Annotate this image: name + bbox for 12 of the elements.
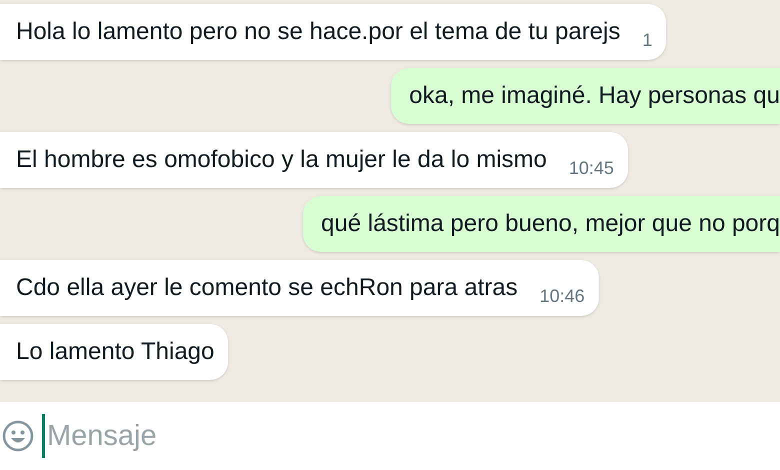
message-text: El hombre es omofobico y la mujer le da lo mismo	[16, 145, 547, 175]
sent-message: qué lástima pero bueno, mejor que no porq	[303, 196, 780, 252]
sent-message: oka, me imaginé. Hay personas qu	[391, 68, 780, 124]
message-text: Cdo ella ayer le comento se echRon para atras	[16, 273, 518, 303]
message-field[interactable]: Mensaje	[42, 414, 780, 458]
message-time: 10:46	[540, 285, 585, 308]
emoji-icon[interactable]	[2, 420, 34, 452]
message-text: Hola lo lamento pero no se hace.por el tema de tu parejs	[16, 17, 620, 47]
message-text: Lo lamento Thiago	[16, 337, 214, 367]
message-time: 10:45	[568, 157, 614, 180]
message-composer[interactable]: Mensaje	[0, 402, 780, 470]
message-time: 1	[642, 29, 652, 52]
